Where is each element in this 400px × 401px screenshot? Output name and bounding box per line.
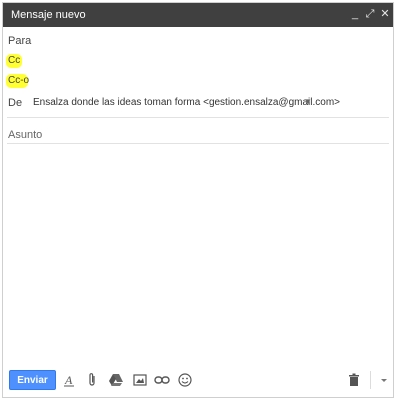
compose-window: Mensaje nuevo _ ⤢ ✕ Para Cc Cc-o De Ensa… (2, 2, 394, 398)
cc-field[interactable]: Cc (3, 51, 393, 71)
formatting-icon[interactable]: A (61, 372, 77, 388)
subject-input[interactable]: Asunto (8, 129, 42, 141)
footer-separator (370, 371, 371, 389)
minimize-icon[interactable]: _ (348, 7, 362, 21)
more-options-icon[interactable] (376, 372, 392, 388)
photo-icon[interactable] (132, 372, 148, 388)
message-body[interactable] (7, 145, 389, 361)
from-field[interactable]: De Ensalza donde las ideas toman forma <… (3, 93, 393, 113)
to-label: Para (8, 35, 32, 47)
from-label: De (8, 97, 23, 109)
to-field[interactable]: Para (3, 31, 393, 51)
link-icon[interactable] (154, 372, 170, 388)
divider (7, 143, 389, 144)
send-button[interactable]: Enviar (9, 370, 56, 390)
cc-label: Cc (8, 55, 21, 66)
drive-icon[interactable] (108, 372, 124, 388)
compose-title: Mensaje nuevo (11, 9, 86, 21)
from-dropdown-icon[interactable]: ▼ (304, 97, 312, 106)
compose-footer: Enviar A (3, 363, 393, 397)
emoji-icon[interactable] (177, 372, 193, 388)
trash-icon[interactable] (346, 372, 362, 388)
divider (7, 117, 389, 118)
attach-icon[interactable] (84, 372, 100, 388)
bcc-field[interactable]: Cc-o (3, 71, 393, 91)
compose-titlebar[interactable]: Mensaje nuevo _ ⤢ ✕ (3, 3, 393, 27)
from-address[interactable]: Ensalza donde las ideas toman forma <ges… (33, 97, 340, 108)
bcc-label: Cc-o (8, 75, 30, 86)
expand-icon[interactable]: ⤢ (363, 7, 377, 21)
svg-text:A: A (64, 373, 73, 387)
close-icon[interactable]: ✕ (378, 7, 392, 21)
